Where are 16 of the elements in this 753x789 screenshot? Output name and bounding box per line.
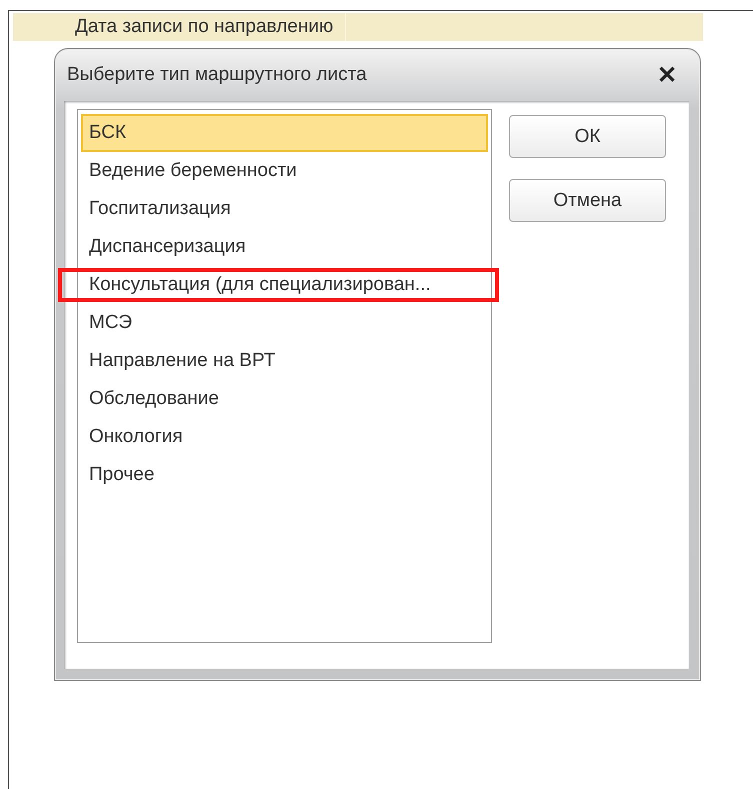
- list-item[interactable]: Онкология: [81, 418, 488, 456]
- list-item[interactable]: БСК: [81, 114, 488, 152]
- list-item[interactable]: Диспансеризация: [81, 228, 488, 266]
- list-item[interactable]: Прочее: [81, 456, 488, 494]
- ok-button[interactable]: ОК: [509, 115, 666, 158]
- list-item[interactable]: Ведение беременности: [81, 152, 488, 190]
- list-item[interactable]: Обследование: [81, 380, 488, 418]
- column-header: Дата записи по направлению: [75, 13, 346, 41]
- close-button[interactable]: ✕: [653, 60, 681, 90]
- list-item[interactable]: Госпитализация: [81, 190, 488, 228]
- list-item[interactable]: Консультация (для специализирован...: [81, 266, 488, 304]
- list-item[interactable]: МСЭ: [81, 304, 488, 342]
- list-box[interactable]: БСК Ведение беременности Госпитализация Диспансеризация Консультация (для специализирован... МСЭ Направление на ВРТ Обследование Онкология Прочее: [77, 109, 492, 643]
- cancel-button[interactable]: Отмена: [509, 179, 666, 222]
- dialog-title: Выберите тип маршрутного листа: [67, 64, 367, 86]
- list-item[interactable]: Направление на ВРТ: [81, 342, 488, 380]
